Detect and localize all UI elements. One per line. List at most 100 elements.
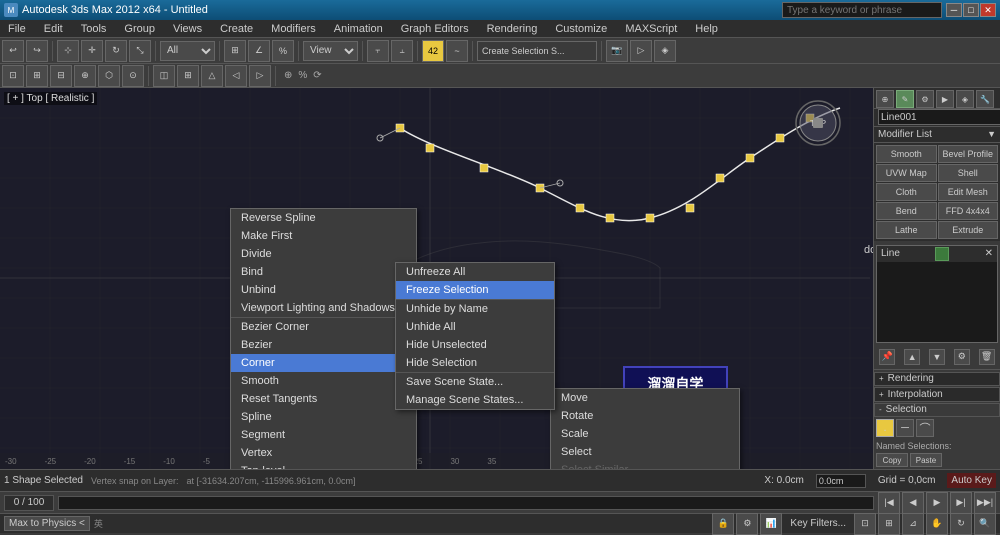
ctx-smooth[interactable]: Smooth: [231, 372, 416, 390]
next-key-button[interactable]: ▶▶|: [974, 492, 996, 514]
mod-extrude[interactable]: Extrude: [938, 221, 999, 239]
panel-tab-display[interactable]: ◈: [956, 90, 974, 108]
ctx-top-level[interactable]: Top-level: [231, 462, 416, 469]
modifier-stack-close[interactable]: ✕: [985, 248, 993, 259]
menu-help[interactable]: Help: [691, 23, 722, 35]
move-button[interactable]: ✛: [81, 40, 103, 62]
angle-snap-button[interactable]: ∠: [248, 40, 270, 62]
percent-snap-button[interactable]: %: [272, 40, 294, 62]
mod-bend[interactable]: Bend: [876, 202, 937, 220]
segment-mode-button[interactable]: ─: [896, 419, 914, 437]
tb2-btn5[interactable]: ⬡: [98, 65, 120, 87]
prev-frame-button[interactable]: ◀: [902, 492, 924, 514]
ctx-corner[interactable]: Corner: [231, 354, 416, 372]
sub-hide-selection[interactable]: Hide Selection: [396, 354, 554, 372]
stack-nav-pin[interactable]: 📌: [879, 349, 895, 365]
interpolation-rollout[interactable]: + Interpolation: [874, 387, 1000, 401]
ctx-scale[interactable]: Scale: [551, 425, 739, 443]
next-frame-button[interactable]: ▶|: [950, 492, 972, 514]
redo-button[interactable]: ↪: [26, 40, 48, 62]
menu-graph-editors[interactable]: Graph Editors: [397, 23, 473, 35]
menu-group[interactable]: Group: [120, 23, 159, 35]
frame-counter[interactable]: 0 / 100: [4, 495, 54, 511]
menu-create[interactable]: Create: [216, 23, 257, 35]
selection-filter-dropdown[interactable]: All: [160, 41, 215, 61]
mirror-button[interactable]: ⫟: [367, 40, 389, 62]
sub-manage-scene-states[interactable]: Manage Scene States...: [396, 391, 554, 409]
sub-freeze-selection[interactable]: Freeze Selection: [396, 281, 554, 299]
render-button[interactable]: ▷: [630, 40, 652, 62]
ctx-select-similar[interactable]: Select Similar: [551, 461, 739, 469]
ctx-segment[interactable]: Segment: [231, 426, 416, 444]
menu-customize[interactable]: Customize: [551, 23, 611, 35]
view-dropdown[interactable]: View: [303, 41, 358, 61]
ctx-reverse-spline[interactable]: Reverse Spline: [231, 209, 416, 227]
menu-rendering[interactable]: Rendering: [483, 23, 542, 35]
menu-tools[interactable]: Tools: [77, 23, 111, 35]
close-button[interactable]: ✕: [980, 3, 996, 17]
viewport[interactable]: [ + ] Top [ Realistic ]: [0, 88, 873, 469]
sub-unfreeze-all[interactable]: Unfreeze All: [396, 263, 554, 281]
tb2-btn10[interactable]: ◁: [225, 65, 247, 87]
field-of-view-button[interactable]: ⊿: [902, 513, 924, 535]
navigation-gizmo[interactable]: TOP: [793, 98, 843, 148]
sub-unhide-by-name[interactable]: Unhide by Name: [396, 300, 554, 318]
stack-nav-delete[interactable]: 🗑: [979, 349, 995, 365]
menu-file[interactable]: File: [4, 23, 30, 35]
rotate-button[interactable]: ↻: [105, 40, 127, 62]
ctx-make-first[interactable]: Make First: [231, 227, 416, 245]
tb2-btn8[interactable]: ⊞: [177, 65, 199, 87]
align-button[interactable]: ⫠: [391, 40, 413, 62]
copy-named-sel-button[interactable]: Copy: [876, 453, 908, 467]
zoom-mode-button[interactable]: 🔍: [974, 513, 996, 535]
mod-shell[interactable]: Shell: [938, 164, 999, 182]
key-filters-label[interactable]: Key Filters...: [786, 518, 850, 529]
ctx-unbind[interactable]: Unbind: [231, 281, 416, 299]
render-setup-button[interactable]: 📷: [606, 40, 628, 62]
tb2-btn2[interactable]: ⊞: [26, 65, 48, 87]
panel-tab-modify[interactable]: ✎: [896, 90, 914, 108]
mod-bevel-profile[interactable]: Bevel Profile: [938, 145, 999, 163]
ctx-vertex[interactable]: Vertex: [231, 444, 416, 462]
panel-tab-hierarchy[interactable]: ⚙: [916, 90, 934, 108]
menu-animation[interactable]: Animation: [330, 23, 387, 35]
ctx-rotate[interactable]: Rotate: [551, 407, 739, 425]
minimize-button[interactable]: ─: [946, 3, 962, 17]
ctx-bezier[interactable]: Bezier: [231, 336, 416, 354]
tb2-btn3[interactable]: ⊟: [50, 65, 72, 87]
ctx-move[interactable]: Move: [551, 389, 739, 407]
bottom-btn3[interactable]: 📊: [760, 513, 782, 535]
ctx-select[interactable]: Select: [551, 443, 739, 461]
modifier-list-dropdown[interactable]: ▼: [987, 129, 996, 139]
menu-modifiers[interactable]: Modifiers: [267, 23, 320, 35]
tb2-btn11[interactable]: ▷: [249, 65, 271, 87]
spline-mode-button[interactable]: ⌒: [916, 419, 934, 437]
bottom-btn1[interactable]: 🔒: [712, 513, 734, 535]
tb2-btn4[interactable]: ⊕: [74, 65, 96, 87]
mod-cloth[interactable]: Cloth: [876, 183, 937, 201]
vertex-mode-button[interactable]: .: [876, 419, 894, 437]
pan-button[interactable]: ✋: [926, 513, 948, 535]
rendering-rollout[interactable]: + Rendering: [874, 372, 1000, 386]
sub-hide-unselected[interactable]: Hide Unselected: [396, 336, 554, 354]
menu-edit[interactable]: Edit: [40, 23, 67, 35]
mod-uvw-map[interactable]: UVW Map: [876, 164, 937, 182]
undo-button[interactable]: ↩: [2, 40, 24, 62]
bottom-btn2[interactable]: ⚙: [736, 513, 758, 535]
timeline-bar[interactable]: [58, 496, 874, 510]
search-input[interactable]: [782, 2, 942, 18]
zoom-all-button[interactable]: ⊞: [878, 513, 900, 535]
max-to-physics-button[interactable]: Max to Physics <: [4, 516, 90, 531]
x-input[interactable]: [816, 474, 866, 488]
arc-rotate-button[interactable]: ↻: [950, 513, 972, 535]
selection-rollout[interactable]: - Selection: [874, 403, 1000, 417]
mod-smooth[interactable]: Smooth: [876, 145, 937, 163]
panel-tab-utils[interactable]: 🔧: [976, 90, 994, 108]
snap-button[interactable]: ⊞: [224, 40, 246, 62]
ctx-viewport-lighting[interactable]: Viewport Lighting and Shadows ►: [231, 299, 416, 317]
ctx-spline[interactable]: Spline: [231, 408, 416, 426]
paste-named-sel-button[interactable]: Paste: [910, 453, 942, 467]
mod-ffd[interactable]: FFD 4x4x4: [938, 202, 999, 220]
ctx-bind[interactable]: Bind: [231, 263, 416, 281]
menu-maxscript[interactable]: MAXScript: [621, 23, 681, 35]
